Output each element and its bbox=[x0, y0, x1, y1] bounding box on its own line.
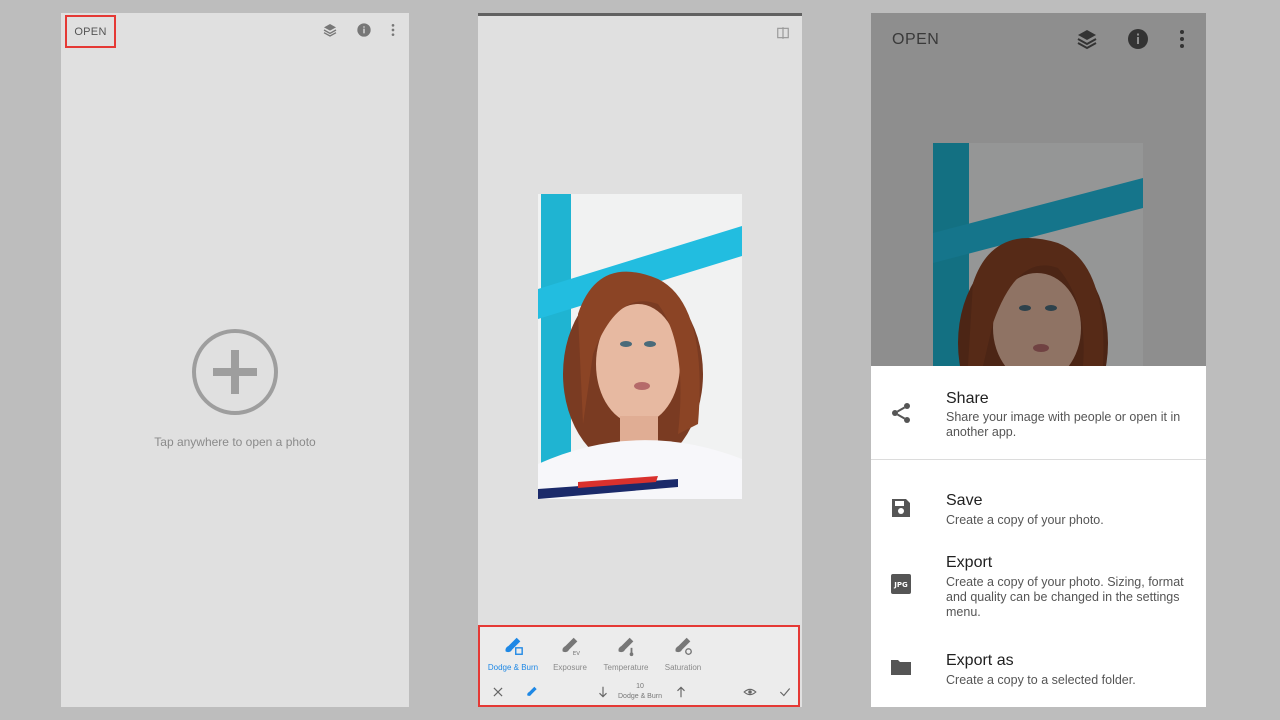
more-vert-icon[interactable] bbox=[1170, 27, 1194, 51]
editor-screen: Dodge & Burn EV Exposure Temperature Sat… bbox=[478, 13, 802, 707]
info-icon[interactable] bbox=[356, 22, 372, 38]
compare-icon[interactable] bbox=[776, 26, 790, 40]
menu-description: Create a copy of your photo. bbox=[946, 513, 1104, 527]
arrow-up-icon[interactable] bbox=[674, 685, 688, 699]
photo-preview bbox=[933, 143, 1143, 366]
brush-value-label: Dodge & Burn bbox=[618, 693, 662, 700]
jpg-icon: JPG bbox=[891, 574, 911, 594]
tap-hint-text: Tap anywhere to open a photo bbox=[154, 435, 316, 449]
dimmed-background[interactable]: OPEN bbox=[871, 13, 1206, 366]
menu-title: Share bbox=[946, 390, 989, 407]
photo-preview bbox=[538, 194, 742, 499]
menu-description: Share your image with people or open it … bbox=[946, 410, 1181, 439]
export-sheet-screen: OPEN Share Share your image with people … bbox=[871, 13, 1206, 707]
folder-icon bbox=[891, 660, 911, 675]
menu-description: Create a copy to a selected folder. bbox=[946, 673, 1136, 687]
save-icon bbox=[892, 499, 910, 517]
open-button[interactable]: OPEN bbox=[65, 15, 116, 48]
tool-label: Saturation bbox=[664, 663, 702, 672]
divider bbox=[871, 459, 1206, 460]
check-icon[interactable] bbox=[778, 685, 792, 699]
svg-text:EV: EV bbox=[573, 651, 580, 657]
eye-icon[interactable] bbox=[743, 685, 757, 699]
brush-value: 10 bbox=[636, 683, 644, 690]
arrow-down-icon[interactable] bbox=[596, 685, 610, 699]
brush-icon bbox=[618, 637, 634, 657]
open-screen[interactable]: OPEN Tap anywhere to open a photo bbox=[61, 13, 409, 707]
layers-icon[interactable] bbox=[1075, 27, 1099, 51]
more-vert-icon[interactable] bbox=[385, 22, 401, 38]
tool-bar: Dodge & Burn EV Exposure Temperature Sat… bbox=[478, 625, 800, 707]
share-icon bbox=[892, 403, 910, 423]
menu-title: Export as bbox=[946, 652, 1014, 669]
menu-title: Export bbox=[946, 554, 993, 571]
brush-icon bbox=[675, 637, 692, 655]
brush-icon: EV bbox=[562, 637, 580, 657]
menu-title: Save bbox=[946, 492, 983, 509]
close-icon[interactable] bbox=[491, 685, 505, 699]
brush-mode-icon[interactable] bbox=[525, 685, 539, 699]
jpg-icon-text: JPG bbox=[893, 581, 908, 589]
layers-icon[interactable] bbox=[322, 22, 338, 38]
info-icon[interactable] bbox=[1126, 27, 1150, 51]
brush-icon bbox=[505, 637, 523, 655]
tool-saturation[interactable]: Saturation bbox=[650, 635, 716, 672]
open-button[interactable]: OPEN bbox=[892, 31, 939, 49]
add-photo-icon[interactable] bbox=[190, 327, 280, 417]
menu-description: Create a copy of your photo. Sizing, for… bbox=[946, 575, 1184, 619]
